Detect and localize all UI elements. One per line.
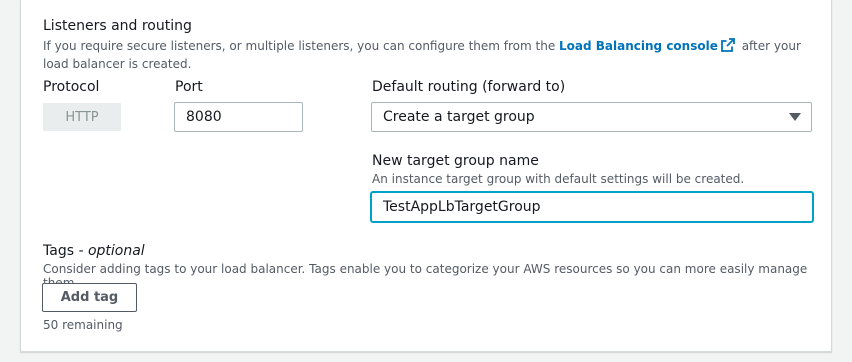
- protocol-field: HTTP: [43, 103, 121, 131]
- description-text-before: If you require secure listeners, or mult…: [43, 39, 560, 53]
- tags-label-separator: -: [74, 243, 88, 259]
- target-group-name-input[interactable]: TestAppLbTargetGroup: [371, 192, 813, 222]
- port-label: Port: [175, 79, 203, 95]
- section-title: Listeners and routing: [43, 18, 192, 34]
- default-routing-label: Default routing (forward to): [372, 79, 566, 95]
- add-tag-button[interactable]: Add tag: [42, 283, 137, 312]
- port-input[interactable]: 8080: [174, 102, 303, 132]
- tags-label: Tags - optional: [43, 243, 145, 259]
- section-description: If you require secure listeners, or mult…: [43, 37, 813, 73]
- default-routing-select[interactable]: Create a target group: [371, 102, 812, 132]
- caret-down-icon: [789, 113, 801, 121]
- listeners-routing-panel: Listeners and routing If you require sec…: [20, 0, 832, 352]
- new-target-group-description: An instance target group with default se…: [372, 172, 745, 186]
- tags-optional-text: optional: [87, 243, 145, 259]
- protocol-label: Protocol: [43, 79, 100, 95]
- tags-description: Consider adding tags to your load balanc…: [43, 262, 808, 290]
- tags-remaining: 50 remaining: [43, 318, 123, 332]
- tags-label-text: Tags: [43, 243, 74, 259]
- default-routing-selected: Create a target group: [383, 109, 535, 125]
- load-balancing-console-link[interactable]: Load Balancing console: [559, 39, 718, 53]
- new-target-group-label: New target group name: [372, 153, 539, 169]
- external-link-icon[interactable]: [720, 38, 735, 52]
